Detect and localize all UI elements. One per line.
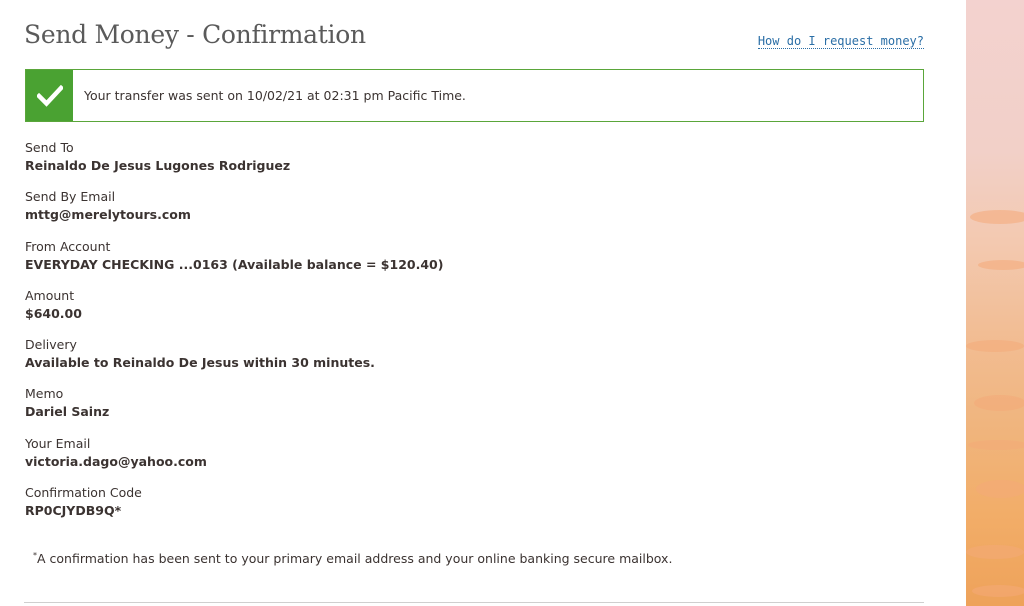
request-money-help-link[interactable]: How do I request money? <box>757 34 924 49</box>
detail-label: Memo <box>25 386 64 402</box>
detail-value: EVERYDAY CHECKING ...0163 (Available bal… <box>25 256 444 272</box>
detail-amount: Amount $640.00 <box>25 288 905 337</box>
detail-delivery: Delivery Available to Reinaldo De Jesus … <box>25 337 905 386</box>
success-alert: Your transfer was sent on 10/02/21 at 02… <box>25 69 924 122</box>
divider <box>24 602 924 603</box>
confirmation-footnote: *A confirmation has been sent to your pr… <box>33 551 672 566</box>
detail-value: victoria.dago@yahoo.com <box>25 453 207 469</box>
detail-value: Dariel Sainz <box>25 404 110 420</box>
main-panel: Send Money - Confirmation How do I reque… <box>0 0 966 606</box>
detail-value: Available to Reinaldo De Jesus within 30… <box>25 355 375 371</box>
detail-send-to: Send To Reinaldo De Jesus Lugones Rodrig… <box>25 140 905 189</box>
detail-value: RP0CJYDB9Q* <box>25 503 122 519</box>
detail-label: Delivery <box>25 337 77 353</box>
detail-value: mttg@merelytours.com <box>25 207 191 223</box>
detail-value: Reinaldo De Jesus Lugones Rodriguez <box>25 158 291 173</box>
detail-label: Amount <box>25 287 75 303</box>
sunset-background-image <box>966 0 1024 606</box>
footnote-text: A confirmation has been sent to your pri… <box>37 551 673 566</box>
detail-confirmation-code: Confirmation Code RP0CJYDB9Q* <box>25 485 905 534</box>
detail-label: Send By Email <box>25 189 116 205</box>
detail-your-email: Your Email victoria.dago@yahoo.com <box>25 436 905 485</box>
detail-label: Send To <box>25 140 74 155</box>
alert-message: Your transfer was sent on 10/02/21 at 02… <box>84 88 466 103</box>
confirmation-details: Send To Reinaldo De Jesus Lugones Rodrig… <box>25 140 905 534</box>
detail-from-account: From Account EVERYDAY CHECKING ...0163 (… <box>25 239 905 288</box>
detail-label: Your Email <box>25 435 91 451</box>
detail-label: From Account <box>25 238 111 254</box>
detail-label: Confirmation Code <box>25 485 142 501</box>
checkmark-icon <box>26 70 73 121</box>
detail-value: $640.00 <box>25 305 82 321</box>
page-title: Send Money - Confirmation <box>24 20 366 49</box>
detail-send-by-email: Send By Email mttg@merelytours.com <box>25 189 905 238</box>
detail-memo: Memo Dariel Sainz <box>25 386 905 435</box>
